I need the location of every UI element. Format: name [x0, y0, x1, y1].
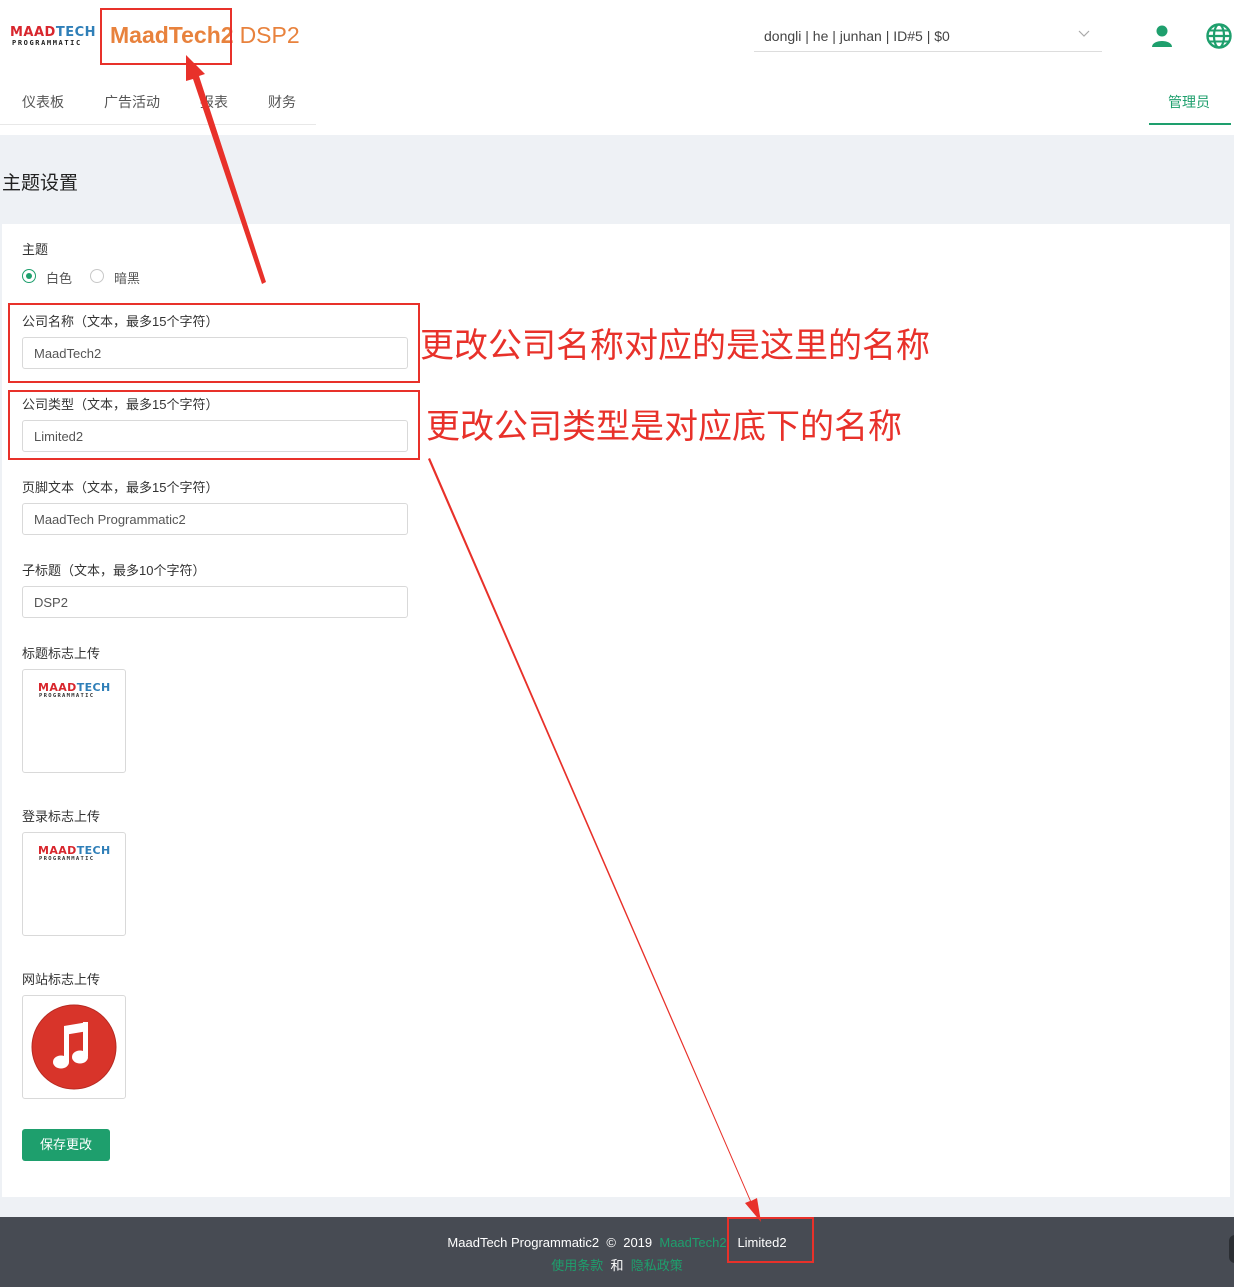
- site-logo-upload[interactable]: [22, 995, 126, 1099]
- login-logo-upload[interactable]: MAADTECH PROGRAMMATIC: [22, 832, 126, 936]
- side-widget-handle[interactable]: [1229, 1235, 1234, 1263]
- chevron-down-icon: [1078, 30, 1090, 37]
- preview-text-programmatic: PROGRAMMATIC: [39, 856, 95, 862]
- logo-text-tech: TECH: [55, 25, 97, 40]
- annotation-text-name: 更改公司名称对应的是这里的名称: [420, 326, 930, 366]
- nav-tabs: 仪表板 广告活动 报表 财务: [0, 75, 316, 125]
- subtitle-field[interactable]: [22, 586, 408, 618]
- maadtech-logo[interactable]: MAADTECH PROGRAMMATIC: [10, 26, 96, 48]
- main-nav: 仪表板 广告活动 报表 财务 管理员: [0, 75, 1234, 135]
- terms-link[interactable]: 使用条款: [551, 1258, 603, 1273]
- footer-and: 和: [610, 1258, 624, 1273]
- annotation-box-company-type: [8, 390, 420, 460]
- annotation-box-brand: [100, 8, 232, 65]
- nav-item-campaigns[interactable]: 广告活动: [104, 92, 160, 112]
- nav-item-admin-label: 管理员: [1168, 94, 1210, 110]
- theme-radio-white-label[interactable]: 白色: [46, 268, 72, 287]
- preview-text-programmatic: PROGRAMMATIC: [39, 693, 95, 699]
- brand-subtitle: DSP2: [239, 22, 300, 48]
- logo-text-maad: MAAD: [10, 25, 56, 40]
- nav-item-finance[interactable]: 财务: [268, 92, 296, 112]
- subtitle-input[interactable]: [23, 587, 394, 617]
- theme-label: 主题: [22, 242, 49, 257]
- annotation-box-company-name: [8, 303, 420, 383]
- title-logo-label: 标题标志上传: [22, 646, 101, 661]
- privacy-link[interactable]: 隐私政策: [631, 1258, 683, 1273]
- nav-item-dashboard[interactable]: 仪表板: [22, 92, 64, 112]
- subtitle-label: 子标题（文本，最多10个字符）: [22, 563, 206, 578]
- theme-radio-dark-label[interactable]: 暗黑: [114, 268, 140, 287]
- save-changes-button[interactable]: 保存更改: [22, 1129, 110, 1161]
- copyright-symbol: ©: [606, 1235, 616, 1250]
- footer-text: MaadTech Programmatic2: [447, 1235, 600, 1250]
- theme-radio-white[interactable]: [22, 269, 36, 283]
- nav-item-reports[interactable]: 报表: [200, 92, 228, 112]
- footer-links: 使用条款 和 隐私政策: [0, 1255, 1234, 1274]
- music-note-icon: [31, 1004, 117, 1090]
- footer-year: 2019: [623, 1235, 653, 1250]
- logo-text-programmatic: PROGRAMMATIC: [12, 39, 82, 47]
- footer-text-label: 页脚文本（文本，最多15个字符）: [22, 480, 219, 495]
- theme-radio-dark[interactable]: [90, 269, 104, 283]
- annotation-box-footer-type: [727, 1217, 814, 1263]
- footer-text-field[interactable]: [22, 503, 408, 535]
- title-logo-preview: MAADTECH PROGRAMMATIC: [38, 682, 111, 700]
- login-logo-preview: MAADTECH PROGRAMMATIC: [38, 845, 111, 863]
- site-logo-label: 网站标志上传: [22, 972, 101, 987]
- page-title: 主题设置: [2, 173, 79, 194]
- globe-icon[interactable]: [1206, 23, 1232, 49]
- user-icon[interactable]: [1150, 24, 1174, 48]
- footer-copyright-line: MaadTech Programmatic2 © 2019 MaadTech2 …: [0, 1235, 1234, 1250]
- page-footer: MaadTech Programmatic2 © 2019 MaadTech2 …: [0, 1217, 1234, 1287]
- title-logo-upload[interactable]: MAADTECH PROGRAMMATIC: [22, 669, 126, 773]
- account-select[interactable]: dongli | he | junhan | ID#5 | $0: [754, 19, 1102, 52]
- nav-item-admin[interactable]: 管理员: [1149, 75, 1231, 125]
- annotation-text-type: 更改公司类型是对应底下的名称: [426, 407, 902, 447]
- footer-text-input[interactable]: [23, 504, 394, 534]
- footer-company-name: MaadTech2: [659, 1235, 727, 1250]
- account-select-value: dongli | he | junhan | ID#5 | $0: [764, 28, 950, 44]
- login-logo-label: 登录标志上传: [22, 809, 101, 824]
